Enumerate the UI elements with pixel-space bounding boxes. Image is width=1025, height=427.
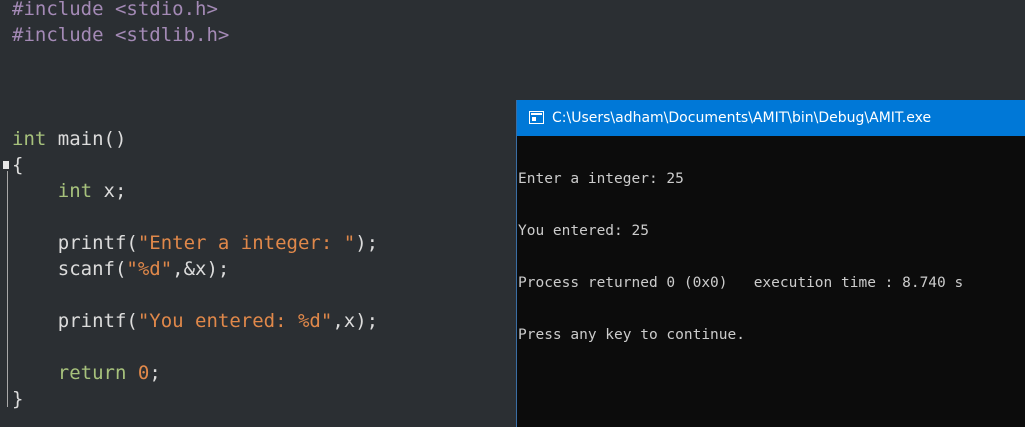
function-call: printf( <box>57 232 138 254</box>
console-output-line: Process returned 0 (0x0) execution time … <box>518 275 964 291</box>
code-line-include-stdlib: #include <stdlib.h> <box>12 22 229 48</box>
console-output: Enter a integer: 25 You entered: 25 Proc… <box>518 137 1023 377</box>
fold-collapse-icon[interactable] <box>3 161 9 169</box>
call-tail: ,x); <box>332 310 379 332</box>
close-brace: } <box>12 388 24 410</box>
console-window[interactable]: C:\Users\adham\Documents\AMIT\bin\Debug\… <box>516 100 1025 427</box>
code-line-scanf: scanf("%d",&x); <box>12 256 230 282</box>
console-titlebar[interactable]: C:\Users\adham\Documents\AMIT\bin\Debug\… <box>517 100 1025 136</box>
code-line-main: int main() <box>12 126 126 152</box>
call-tail: ); <box>355 232 379 254</box>
console-output-line: Enter a integer: 25 <box>518 171 684 187</box>
return-keyword: return <box>57 362 127 384</box>
preprocessor-directive: #include <box>12 24 104 46</box>
function-call: printf( <box>57 310 138 332</box>
header-name: <stdlib.h> <box>114 24 230 46</box>
variable-declaration: x; <box>103 180 127 202</box>
string-literal: "%d" <box>126 258 173 280</box>
code-line-printf-result: printf("You entered: %d",x); <box>12 308 378 334</box>
code-line-return: return 0; <box>12 360 161 386</box>
code-line-printf-prompt: printf("Enter a integer: "); <box>12 230 378 256</box>
string-literal: "You entered: %d" <box>137 310 333 332</box>
console-output-line: You entered: 25 <box>518 223 649 239</box>
header-name: <stdio.h> <box>114 0 218 20</box>
call-tail: ,&x); <box>172 258 230 280</box>
console-output-line: Press any key to continue. <box>518 327 745 343</box>
code-line-declaration: int x; <box>12 178 127 204</box>
code-line-open-brace: { <box>12 152 23 178</box>
code-line-include-stdio: #include <stdio.h> <box>12 0 218 22</box>
open-brace: { <box>12 154 24 176</box>
string-literal: "Enter a integer: " <box>137 232 356 254</box>
function-call: scanf( <box>57 258 127 280</box>
return-value: 0 <box>137 362 150 384</box>
preprocessor-directive: #include <box>12 0 104 20</box>
type-keyword: int <box>57 180 93 202</box>
console-title: C:\Users\adham\Documents\AMIT\bin\Debug\… <box>552 110 932 126</box>
type-keyword: int <box>12 128 47 150</box>
main-signature: main() <box>57 128 127 150</box>
console-app-icon[interactable] <box>529 111 544 124</box>
code-line-close-brace: } <box>12 386 23 412</box>
statement-end: ; <box>149 362 161 384</box>
fold-line <box>7 171 8 407</box>
